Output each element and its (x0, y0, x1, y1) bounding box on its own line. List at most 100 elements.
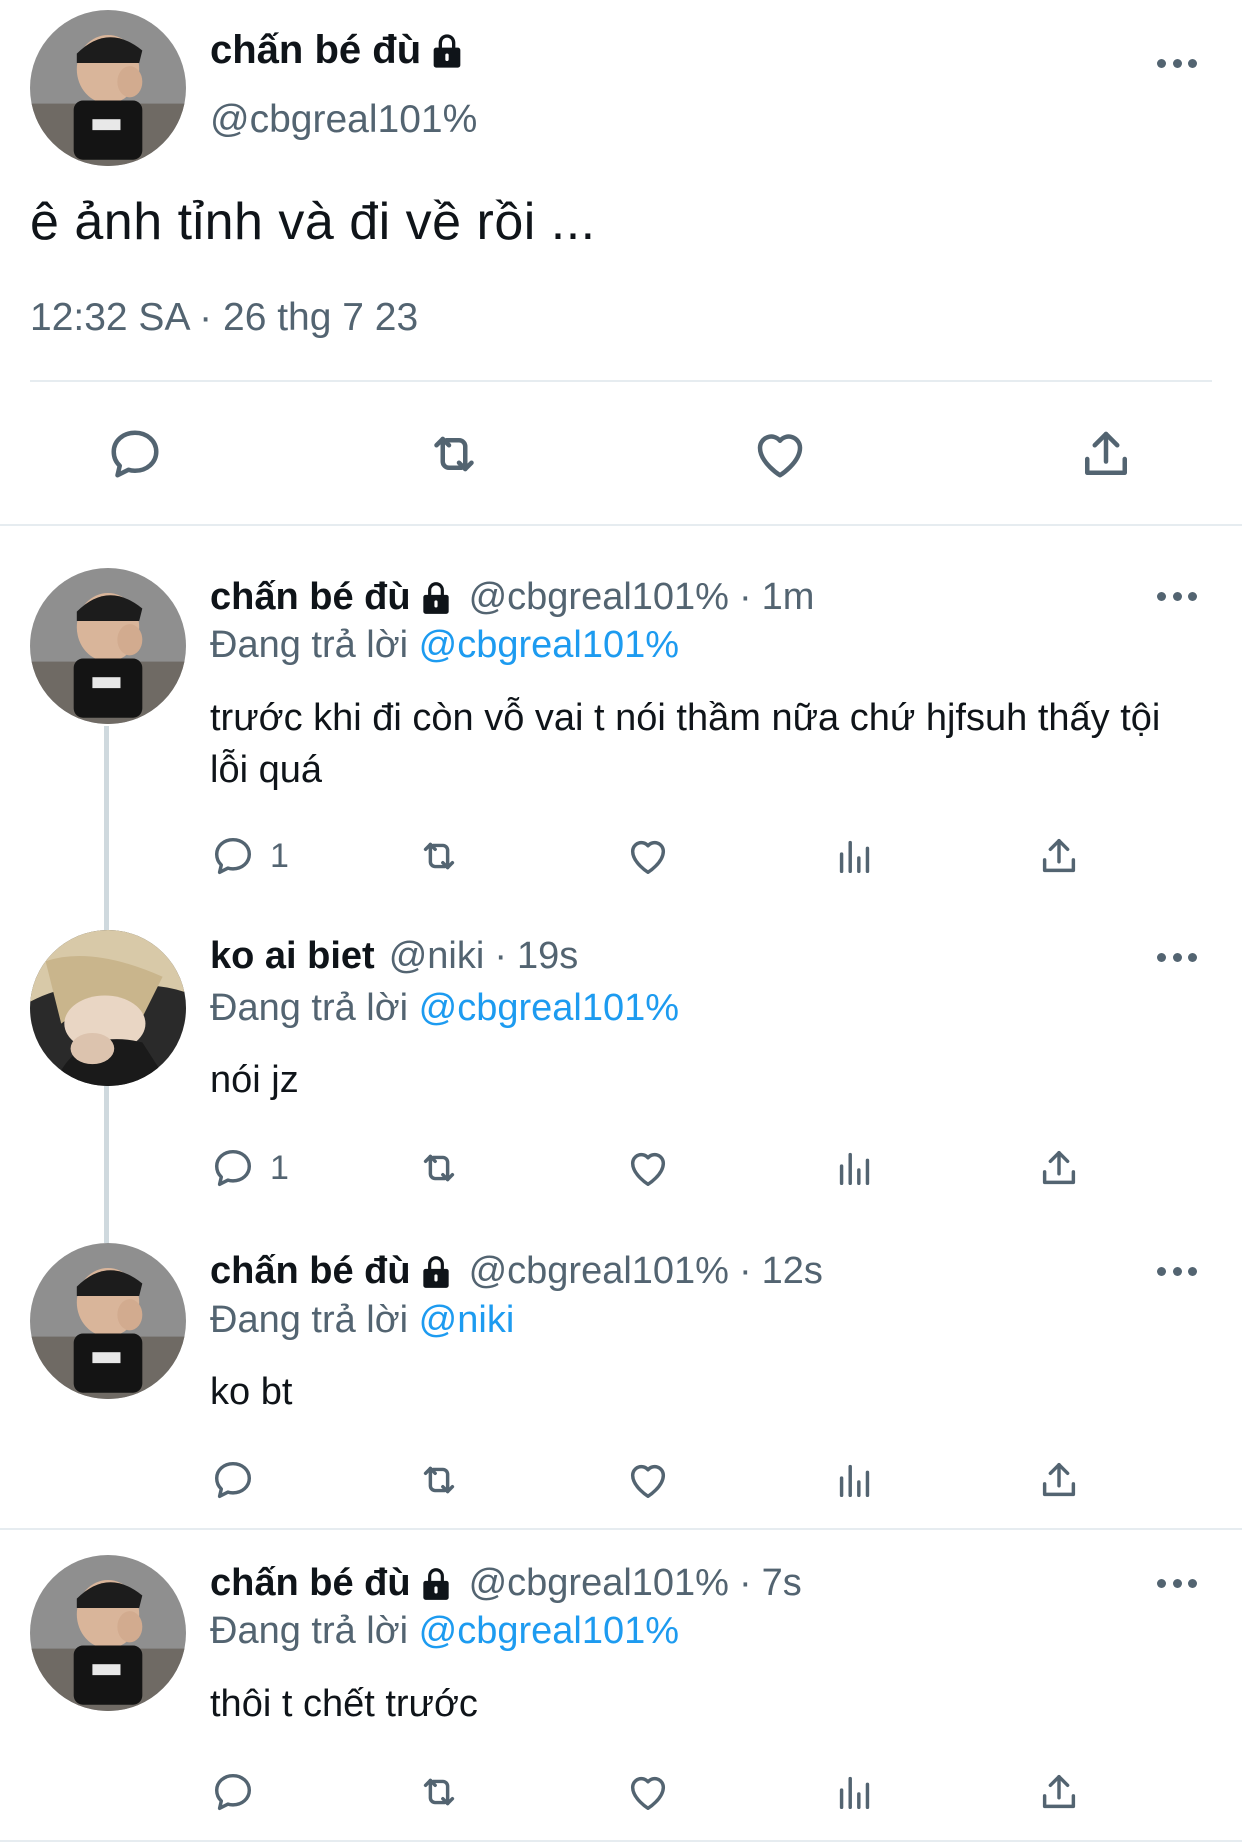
share-icon (1042, 1774, 1076, 1809)
like-button[interactable] (625, 1144, 671, 1192)
thread-connector (104, 1086, 109, 1243)
reply-time[interactable]: 7s (762, 1562, 802, 1605)
share-button[interactable] (1036, 1144, 1082, 1192)
views-icon (839, 1464, 870, 1498)
handle[interactable]: @cbgreal101% (469, 1562, 729, 1605)
views-button[interactable] (832, 1456, 878, 1504)
retweet-button[interactable] (424, 424, 484, 484)
retweet-button[interactable] (416, 1768, 462, 1816)
reply-time[interactable]: 12s (762, 1250, 823, 1293)
handle[interactable]: @cbgreal101% (469, 576, 729, 619)
replying-prefix: Đang trả lời (210, 1299, 409, 1341)
reply-time[interactable]: 19s (517, 935, 578, 978)
more-options-icon[interactable] (1157, 590, 1197, 602)
lock-icon (422, 1255, 449, 1288)
share-button[interactable] (1076, 424, 1136, 484)
handle[interactable]: @cbgreal101% (469, 1250, 729, 1293)
replying-to-line: Đang trả lời @cbgreal101% (210, 1610, 679, 1653)
share-button[interactable] (1036, 1456, 1082, 1504)
views-icon (839, 840, 870, 874)
replying-to-link[interactable]: @niki (419, 1299, 515, 1341)
section-divider (0, 524, 1242, 526)
reply-text: ko bt (210, 1371, 293, 1413)
tweet-timestamp[interactable]: 12:32 SA · 26 thg 7 23 (30, 296, 418, 340)
retweet-icon (423, 1466, 455, 1494)
tweet-text: ê ảnh tỉnh và đi về rồi ... (30, 193, 596, 251)
like-icon (757, 434, 803, 478)
author-name[interactable]: chấn bé đù (210, 28, 467, 73)
reply-header: chấn bé đù @cbgreal101% · 1m (210, 576, 814, 619)
retweet-button[interactable] (416, 1456, 462, 1504)
display-name[interactable]: chấn bé đù (210, 28, 421, 73)
avatar-photo-child (30, 1243, 186, 1399)
thread-connector (104, 726, 109, 931)
reply-button[interactable]: 1 (210, 1144, 289, 1192)
section-divider (0, 1528, 1242, 1530)
share-icon (1042, 1462, 1076, 1497)
reply-button[interactable] (210, 1456, 270, 1504)
avatar[interactable] (30, 1243, 186, 1399)
reply-icon (214, 1149, 252, 1187)
display-name[interactable]: ko ai biet (210, 935, 375, 978)
share-button[interactable] (1036, 832, 1082, 880)
tweet-date: 26 thg 7 23 (223, 296, 419, 339)
more-options-icon[interactable] (1157, 1265, 1197, 1277)
more-options-icon[interactable] (1157, 1577, 1197, 1589)
meta-separator: · (738, 576, 752, 618)
reply-icon (111, 430, 159, 478)
replying-prefix: Đang trả lời (210, 1610, 409, 1652)
share-icon (1085, 431, 1127, 475)
avatar[interactable] (30, 10, 186, 166)
reply-icon (214, 1773, 252, 1811)
retweet-button[interactable] (416, 1144, 462, 1192)
display-name[interactable]: chấn bé đù (210, 1562, 411, 1605)
reply-text: thôi t chết trước (210, 1683, 478, 1725)
retweet-button[interactable] (416, 832, 462, 880)
author-handle[interactable]: @cbgreal101% (210, 98, 477, 142)
reply-count: 1 (270, 836, 289, 875)
like-icon (630, 1152, 666, 1187)
reply-button[interactable] (105, 424, 165, 484)
retweet-icon (423, 1154, 455, 1182)
like-button[interactable] (625, 1456, 671, 1504)
divider (30, 380, 1212, 382)
lock-icon (422, 1567, 449, 1600)
like-button[interactable] (750, 424, 810, 484)
avatar[interactable] (30, 1555, 186, 1711)
section-divider (0, 1840, 1242, 1842)
views-button[interactable] (832, 1768, 878, 1816)
lock-icon (433, 33, 461, 68)
more-options-icon[interactable] (1157, 57, 1197, 69)
meta-separator: · (738, 1250, 752, 1292)
share-icon (1042, 838, 1076, 873)
reply-button[interactable]: 1 (210, 832, 289, 880)
reply-time[interactable]: 1m (762, 576, 815, 619)
avatar-photo-child (30, 1555, 186, 1711)
reply-button[interactable] (210, 1768, 270, 1816)
reply-icon (214, 1461, 252, 1499)
reply-text: trước khi đi còn vỗ vai t nói thầm nữa c… (210, 697, 1161, 791)
meta-separator: · (738, 1562, 752, 1604)
display-name[interactable]: chấn bé đù (210, 1250, 411, 1293)
meta-separator: · (494, 935, 507, 977)
views-icon (839, 1152, 870, 1186)
more-options-icon[interactable] (1157, 951, 1197, 963)
replying-prefix: Đang trả lời (210, 987, 409, 1029)
tweet-time: 12:32 SA (30, 296, 189, 339)
avatar-photo-child (30, 568, 186, 724)
avatar[interactable] (30, 930, 186, 1086)
share-button[interactable] (1036, 1768, 1082, 1816)
replying-to-line: Đang trả lời @cbgreal101% (210, 987, 679, 1030)
display-name[interactable]: chấn bé đù (210, 576, 411, 619)
avatar[interactable] (30, 568, 186, 724)
views-button[interactable] (832, 832, 878, 880)
like-icon (630, 1464, 666, 1499)
replying-to-link[interactable]: @cbgreal101% (419, 987, 679, 1029)
handle[interactable]: @niki (389, 935, 485, 978)
like-button[interactable] (625, 1768, 671, 1816)
replying-to-link[interactable]: @cbgreal101% (419, 1610, 679, 1652)
views-button[interactable] (832, 1144, 878, 1192)
like-button[interactable] (625, 832, 671, 880)
replying-to-link[interactable]: @cbgreal101% (419, 624, 679, 666)
meta-separator: · (199, 296, 213, 339)
